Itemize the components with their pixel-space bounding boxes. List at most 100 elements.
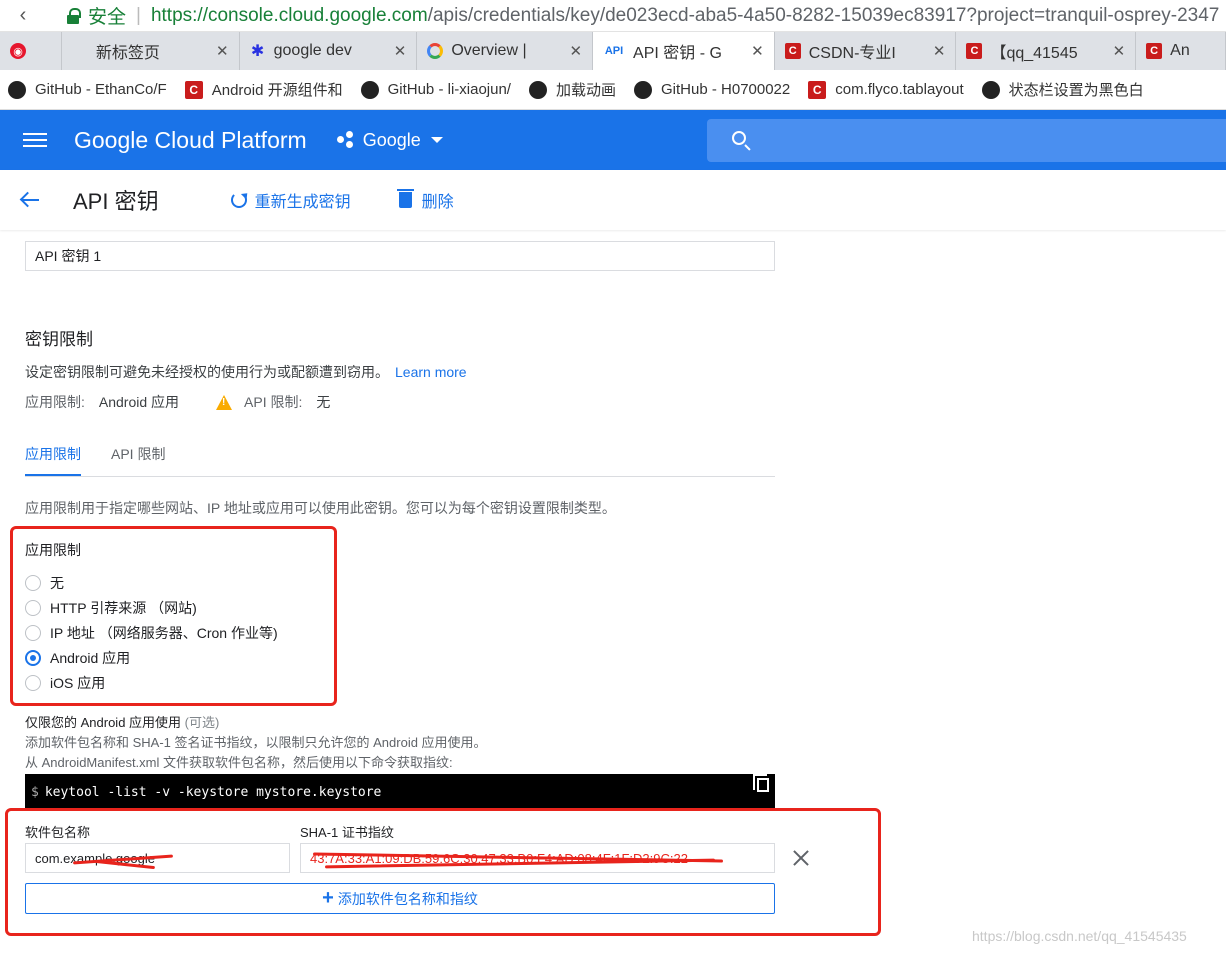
browser-tab[interactable]: ◉ — [0, 32, 62, 70]
app-restriction-radio-group: 应用限制 无 HTTP 引荐来源 （网站) IP 地址 （网络服务器、Cron … — [25, 540, 278, 695]
tab-api-restrictions[interactable]: API 限制 — [111, 444, 165, 476]
url-host: https://console.cloud.google.com — [150, 4, 428, 26]
watermark: https://blog.csdn.net/qq_41545435 — [972, 928, 1187, 944]
delete-label: 删除 — [421, 194, 454, 211]
github-icon — [981, 80, 1000, 99]
bookmark-item[interactable]: C Android 开源组件和 — [184, 79, 343, 100]
csdn-icon: C — [784, 43, 801, 59]
url-path: /apis/credentials/key/de023ecd-aba5-4a50… — [427, 4, 1220, 26]
weibo-icon: ◉ — [10, 43, 26, 59]
browser-tab[interactable]: C 【qq_41545 ✕ — [956, 32, 1137, 70]
chevron-down-icon — [430, 137, 443, 143]
github-icon — [634, 80, 652, 99]
regenerate-key-button[interactable]: 重新生成密钥 — [230, 188, 351, 212]
close-tab-icon[interactable]: ✕ — [1113, 42, 1126, 60]
radio-circle-checked[interactable] — [25, 649, 41, 666]
brand-title[interactable]: Google Cloud Platform — [74, 127, 307, 154]
restriction-summary: 应用限制: Android 应用 API 限制: 无 — [25, 392, 330, 412]
sha1-label: SHA-1 证书指纹 — [300, 825, 394, 840]
radio-label: IP 地址 （网络服务器、Cron 作业等) — [50, 624, 278, 641]
google-cloud-icon — [427, 43, 444, 59]
bookmark-item[interactable]: 状态栏设置为黑色白 — [981, 79, 1144, 100]
command-text: keytool -list -v -keystore mystore.keyst… — [44, 784, 382, 800]
key-name-input[interactable]: API 密钥 1 — [25, 241, 775, 271]
menu-icon[interactable] — [23, 131, 47, 149]
restriction-tabs: 应用限制 API 限制 — [25, 444, 775, 477]
delete-button[interactable]: 删除 — [396, 188, 454, 212]
browser-tab[interactable]: 新标签页 ✕ — [62, 32, 240, 70]
remove-row-icon[interactable] — [792, 849, 810, 867]
restrictions-desc: 设定密钥限制可避免未经授权的使用行为或配额遭到窃用。 Learn more — [25, 362, 467, 382]
radio-android-app[interactable]: Android 应用 — [25, 645, 278, 670]
radio-circle[interactable] — [25, 599, 41, 616]
page-title: API 密钥 — [73, 189, 159, 214]
address-bar[interactable]: ‹ 安全 | https://console.cloud.google.com/… — [0, 0, 1226, 32]
page-toolbar: API 密钥 重新生成密钥 删除 — [0, 170, 1226, 230]
close-tab-icon[interactable]: ✕ — [216, 42, 229, 60]
tab-title: 新标签页 — [95, 45, 160, 62]
back-arrow-icon[interactable] — [19, 191, 41, 209]
radio-ip-address[interactable]: IP 地址 （网络服务器、Cron 作业等) — [25, 620, 278, 645]
bookmark-label: GitHub - H0700022 — [661, 81, 791, 98]
lock-icon — [66, 7, 84, 24]
close-tab-icon[interactable]: ✕ — [569, 42, 582, 60]
bookmark-label: 加载动画 — [555, 82, 616, 99]
secure-label: 安全 — [88, 7, 127, 28]
close-tab-icon[interactable]: ✕ — [933, 42, 946, 60]
browser-tab-active[interactable]: API API 密钥 - G ✕ — [593, 32, 775, 70]
copy-icon[interactable] — [753, 774, 769, 792]
radio-ios-app[interactable]: iOS 应用 — [25, 670, 278, 695]
project-dots-icon — [336, 131, 355, 149]
package-name-label: 软件包名称 — [25, 825, 91, 840]
github-icon — [360, 80, 379, 99]
radio-label: Android 应用 — [50, 649, 131, 666]
bookmark-label: 状态栏设置为黑色白 — [1008, 82, 1144, 99]
browser-tab[interactable]: Overview | ✕ — [417, 32, 594, 70]
add-package-button[interactable]: + 添加软件包名称和指纹 — [25, 883, 775, 914]
tab-app-restrictions[interactable]: 应用限制 — [25, 444, 81, 476]
csdn-icon: C — [808, 80, 827, 99]
android-title-text: 仅限您的 Android 应用使用 — [25, 715, 182, 730]
bookmark-item[interactable]: 加载动画 — [528, 79, 616, 100]
bookmark-item[interactable]: GitHub - li-xiaojun/ — [360, 80, 511, 99]
tab-title: 【qq_41545 — [990, 45, 1078, 62]
learn-more-link[interactable]: Learn more — [395, 364, 467, 380]
android-hint-line: 从 AndroidManifest.xml 文件获取软件包名称，然后使用以下命令… — [25, 755, 453, 770]
warning-icon — [216, 394, 233, 410]
bookmark-item[interactable]: GitHub - H0700022 — [634, 80, 791, 99]
api-restriction-label: API 限制: — [244, 394, 303, 410]
close-tab-icon[interactable]: ✕ — [394, 42, 407, 60]
browser-tab[interactable]: C An — [1136, 32, 1226, 70]
close-tab-icon[interactable]: ✕ — [751, 42, 764, 60]
radio-none[interactable]: 无 — [25, 570, 278, 595]
trash-icon — [396, 189, 414, 208]
shell-prompt: $ — [31, 784, 39, 800]
baidu-icon: ✱ — [250, 43, 265, 60]
radio-circle[interactable] — [25, 624, 41, 641]
radio-circle[interactable] — [25, 574, 41, 591]
tab-title: Overview | — [451, 42, 527, 59]
search-input[interactable] — [707, 119, 1226, 162]
back-icon[interactable]: ‹ — [0, 4, 46, 27]
browser-tab[interactable]: C CSDN-专业I ✕ — [775, 32, 957, 70]
url-text[interactable]: https://console.cloud.google.com/apis/cr… — [151, 5, 1219, 27]
tab-title: API 密钥 - G — [633, 45, 722, 62]
bookmark-item[interactable]: Ccom.flyco.tablayout — [808, 80, 964, 99]
plus-icon: + — [322, 887, 334, 909]
tab-title: CSDN-专业I — [808, 45, 896, 62]
bookmark-label: com.flyco.tablayout — [835, 81, 964, 98]
radio-label: HTTP 引荐来源 （网站) — [50, 599, 197, 616]
bookmark-label: GitHub - li-xiaojun/ — [387, 81, 511, 98]
android-hint: 添加软件包名称和 SHA-1 签名证书指纹，以限制只允许您的 Android 应… — [25, 733, 487, 773]
android-hint-line: 添加软件包名称和 SHA-1 签名证书指纹，以限制只允许您的 Android 应… — [25, 735, 487, 750]
browser-tab[interactable]: ✱ google dev ✕ — [240, 32, 418, 70]
radio-circle[interactable] — [25, 674, 41, 691]
csdn-icon: C — [966, 43, 983, 59]
radio-http-referrer[interactable]: HTTP 引荐来源 （网站) — [25, 595, 278, 620]
bookmarks-bar: GitHub - EthanCo/F C Android 开源组件和 GitHub… — [0, 70, 1226, 110]
project-selector[interactable]: Google — [336, 130, 443, 151]
api-icon: API — [604, 45, 624, 57]
bookmark-item[interactable]: GitHub - EthanCo/F — [8, 80, 167, 99]
github-icon — [528, 80, 547, 99]
bookmark-label: Android 开源组件和 — [211, 82, 343, 99]
